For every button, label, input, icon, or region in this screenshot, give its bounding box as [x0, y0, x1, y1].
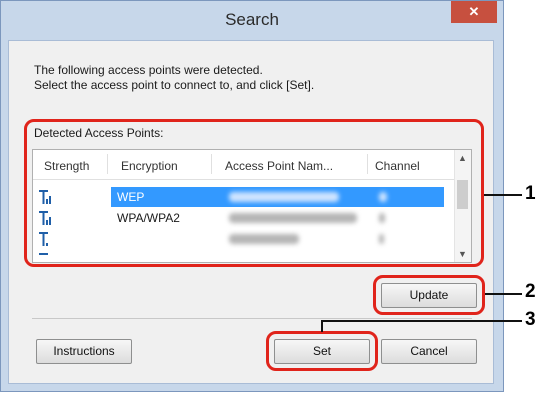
callout-leader-3	[322, 320, 522, 322]
title-bar: Search ✕	[1, 1, 503, 41]
instructions-text: The following access points were detecte…	[34, 63, 314, 93]
callout-frame-access-points	[24, 119, 484, 267]
callout-leader-1	[484, 194, 522, 196]
instructions-button[interactable]: Instructions	[36, 339, 132, 364]
callout-number-1: 1	[525, 183, 536, 204]
callout-frame-set	[266, 331, 378, 371]
separator-line	[32, 318, 472, 319]
callout-frame-update	[373, 275, 485, 315]
dialog-title: Search	[225, 10, 279, 29]
callout-number-2: 2	[525, 281, 536, 302]
callout-leader-2	[485, 293, 522, 295]
callout-number-3: 3	[525, 309, 536, 330]
callout-leader-3-drop	[321, 320, 323, 332]
cancel-button[interactable]: Cancel	[381, 339, 477, 364]
description-line-1: The following access points were detecte…	[34, 63, 263, 77]
description-line-2: Select the access point to connect to, a…	[34, 78, 315, 92]
close-button[interactable]: ✕	[451, 1, 497, 23]
